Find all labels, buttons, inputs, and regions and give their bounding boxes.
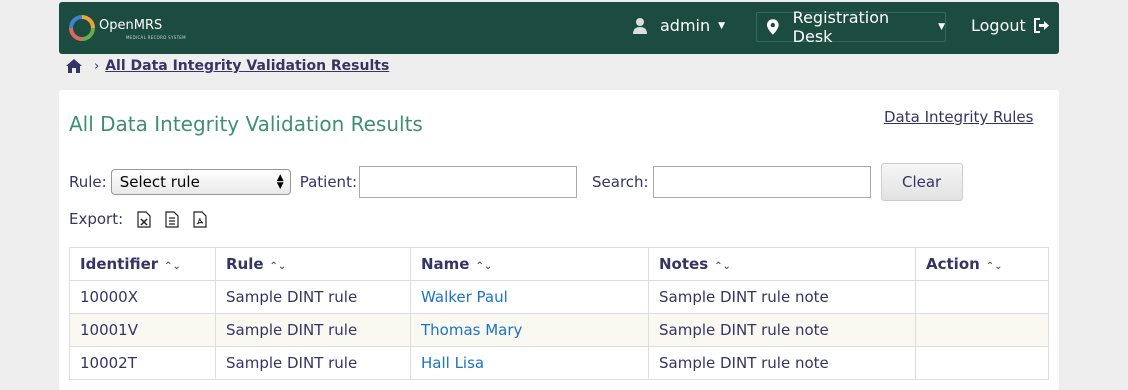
search-label: Search: bbox=[592, 173, 649, 191]
logo-subtext: MEDICAL RECORD SYSTEM bbox=[126, 35, 186, 40]
patient-label: Patient: bbox=[299, 173, 358, 191]
patient-name-link[interactable]: Thomas Mary bbox=[421, 321, 522, 339]
home-icon[interactable] bbox=[66, 59, 82, 73]
cell-action bbox=[915, 346, 1049, 380]
logo-text: OpenMRS bbox=[99, 18, 163, 33]
select-arrows-icon: ▲ ▼ bbox=[276, 173, 284, 191]
table-header-row: Identifier ⌃⌄ Rule ⌃⌄ Name ⌃⌄ Notes ⌃⌄ Actio… bbox=[69, 247, 1049, 281]
openmrs-logo[interactable]: OpenMRS MEDICAL RECORD SYSTEM bbox=[69, 15, 209, 43]
pdf-icon[interactable] bbox=[193, 210, 207, 228]
cell-identifier: 10000X bbox=[69, 280, 216, 314]
cell-notes: Sample DINT rule note bbox=[648, 313, 916, 347]
cell-name: Walker Paul bbox=[410, 280, 649, 314]
cell-name: Hall Lisa bbox=[410, 346, 649, 380]
location-menu[interactable]: Registration Desk ▼ bbox=[756, 8, 946, 46]
export-bar: Export: bbox=[69, 210, 207, 228]
export-label: Export: bbox=[69, 210, 124, 228]
cell-notes: Sample DINT rule note bbox=[648, 346, 916, 380]
column-header-action[interactable]: Action ⌃⌄ bbox=[915, 247, 1049, 281]
patient-name-link[interactable]: Hall Lisa bbox=[421, 354, 484, 372]
sort-icon: ⌃⌄ bbox=[164, 261, 181, 272]
sort-icon: ⌃⌄ bbox=[475, 261, 493, 272]
data-integrity-rules-link[interactable]: Data Integrity Rules bbox=[884, 108, 1033, 126]
table-row: 10002T Sample DINT rule Hall Lisa Sample… bbox=[69, 346, 1049, 380]
sort-icon: ⌃⌄ bbox=[269, 261, 287, 272]
user-icon bbox=[633, 18, 647, 34]
rule-select-value: Select rule bbox=[119, 173, 200, 191]
user-name: admin bbox=[660, 16, 711, 35]
filter-bar: Rule: Select rule ▲ ▼ Patient: Search: Cl… bbox=[69, 163, 963, 201]
search-input[interactable] bbox=[652, 166, 871, 198]
location-name: Registration Desk bbox=[792, 8, 890, 46]
column-header-name[interactable]: Name ⌃⌄ bbox=[410, 247, 649, 281]
cell-rule: Sample DINT rule bbox=[215, 313, 411, 347]
cell-notes: Sample DINT rule note bbox=[648, 280, 916, 314]
cell-identifier: 10002T bbox=[69, 346, 216, 380]
table-row: 10000X Sample DINT rule Walker Paul Samp… bbox=[69, 280, 1049, 314]
rule-select[interactable]: Select rule ▲ ▼ bbox=[110, 169, 291, 195]
clear-button[interactable]: Clear bbox=[880, 163, 963, 201]
cell-rule: Sample DINT rule bbox=[215, 280, 411, 314]
content-panel: All Data Integrity Validation Results Da… bbox=[59, 90, 1059, 390]
openmrs-logo-icon bbox=[69, 15, 95, 41]
page-title: All Data Integrity Validation Results bbox=[69, 112, 423, 136]
caret-down-icon: ▼ bbox=[938, 22, 945, 32]
logout-link[interactable]: Logout bbox=[971, 16, 1050, 35]
cell-action bbox=[915, 280, 1049, 314]
top-header: OpenMRS MEDICAL RECORD SYSTEM admin ▼ Re… bbox=[59, 2, 1059, 54]
breadcrumb: › All Data Integrity Validation Results bbox=[66, 58, 389, 74]
breadcrumb-current[interactable]: All Data Integrity Validation Results bbox=[105, 58, 389, 74]
column-header-notes[interactable]: Notes ⌃⌄ bbox=[648, 247, 916, 281]
user-menu[interactable]: admin ▼ bbox=[632, 16, 725, 35]
rule-label: Rule: bbox=[69, 173, 107, 191]
caret-down-icon: ▼ bbox=[718, 20, 726, 31]
sort-icon: ⌃⌄ bbox=[714, 261, 731, 272]
chevron-right-icon: › bbox=[94, 58, 100, 74]
cell-action bbox=[915, 313, 1049, 347]
results-table: Identifier ⌃⌄ Rule ⌃⌄ Name ⌃⌄ Notes ⌃⌄ Actio… bbox=[69, 247, 1049, 380]
excel-icon[interactable] bbox=[137, 210, 151, 228]
map-marker-icon bbox=[767, 19, 779, 35]
text-file-icon[interactable] bbox=[165, 210, 179, 228]
logout-label: Logout bbox=[971, 16, 1026, 35]
cell-name: Thomas Mary bbox=[410, 313, 649, 347]
cell-rule: Sample DINT rule bbox=[215, 346, 411, 380]
cell-identifier: 10001V bbox=[69, 313, 216, 347]
sort-icon: ⌃⌄ bbox=[985, 261, 1003, 272]
table-row: 10001V Sample DINT rule Thomas Mary Samp… bbox=[69, 313, 1049, 347]
sign-out-icon bbox=[1033, 18, 1049, 33]
column-header-rule[interactable]: Rule ⌃⌄ bbox=[215, 247, 411, 281]
patient-input[interactable] bbox=[359, 166, 578, 198]
column-header-identifier[interactable]: Identifier ⌃⌄ bbox=[69, 247, 216, 281]
patient-name-link[interactable]: Walker Paul bbox=[421, 288, 508, 306]
